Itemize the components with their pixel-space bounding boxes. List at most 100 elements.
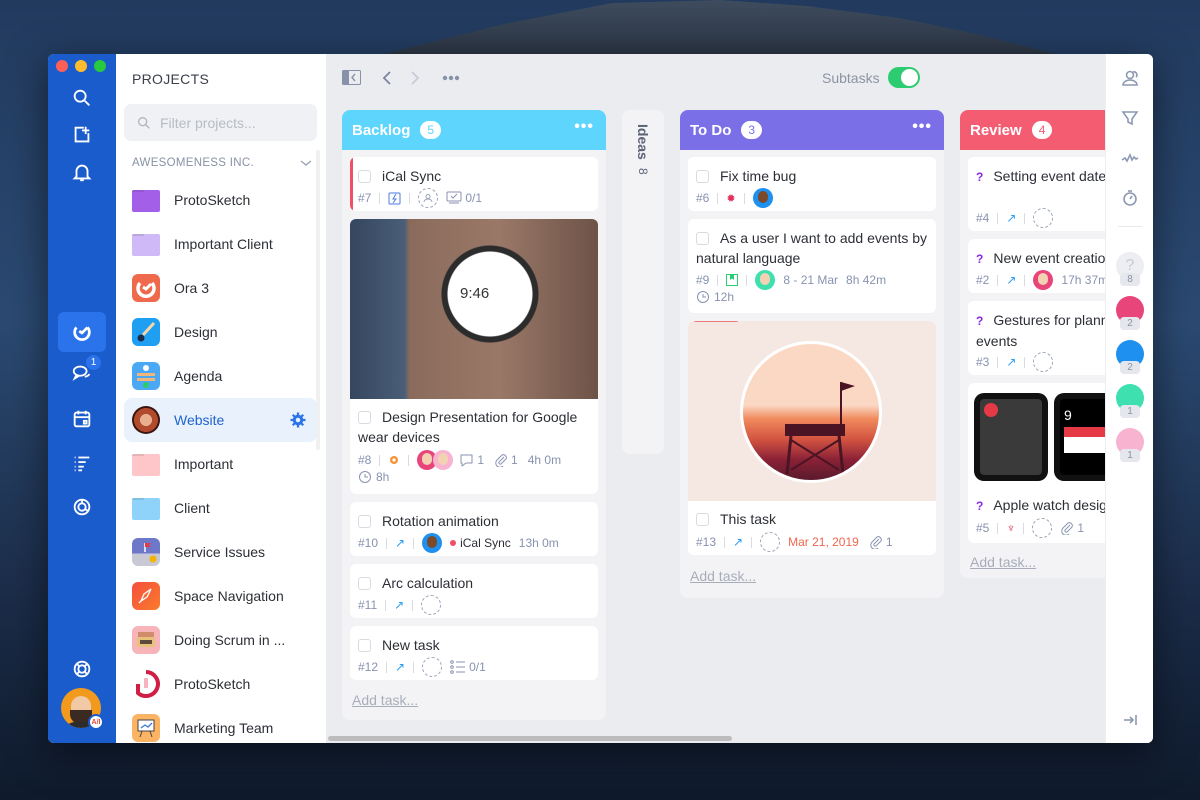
assign-user-icon[interactable] <box>1033 352 1054 372</box>
task-meta: #8 1 1 4h 0m <box>358 450 561 470</box>
column-ideas-collapsed[interactable]: Ideas 8 <box>622 110 664 454</box>
task-id: #6 <box>696 191 710 205</box>
time-tracked: 8h 42m <box>846 273 887 287</box>
task-checkbox[interactable] <box>696 232 709 245</box>
project-item[interactable]: Design <box>124 310 317 354</box>
timer-icon[interactable] <box>1120 188 1140 208</box>
attachment-count: 1 <box>885 535 893 549</box>
task-title: Design Presentation for Google wear devi… <box>358 409 578 445</box>
task-card[interactable]: As a user I want to add events by natura… <box>688 219 936 313</box>
time-tracked: 17h 37m <box>1061 273 1109 287</box>
column-header: Backlog 5 ••• <box>342 110 606 150</box>
task-card[interactable]: iCal Sync #7 0/1 <box>350 157 598 211</box>
task-meta: #4 ↗ <box>976 208 1054 228</box>
help-icon[interactable] <box>58 650 106 688</box>
task-checkbox[interactable] <box>358 515 371 528</box>
members-icon[interactable] <box>1120 68 1140 88</box>
new-task-icon[interactable] <box>58 116 106 154</box>
avatar[interactable] <box>433 450 454 470</box>
add-task-link[interactable]: Add task... <box>690 568 756 584</box>
maximize-button[interactable] <box>94 60 106 72</box>
assign-user-icon[interactable] <box>418 188 439 208</box>
column-menu-button[interactable]: ••• <box>912 119 932 135</box>
chart-icon[interactable] <box>58 488 106 526</box>
project-item[interactable]: Client <box>124 486 317 530</box>
gear-icon[interactable] <box>289 411 307 429</box>
task-meta: #12 ↗ 0/1 <box>358 657 486 677</box>
linked-task[interactable]: iCal Sync <box>460 536 511 550</box>
project-item[interactable]: Space Navigation <box>124 574 317 618</box>
task-estimate: 12h <box>696 290 734 304</box>
search-icon[interactable] <box>58 79 106 117</box>
project-item[interactable]: Ora 3 <box>124 266 317 310</box>
horizontal-scrollbar[interactable] <box>328 736 732 741</box>
flag-moon-icon <box>132 538 160 566</box>
projects-title: PROJECTS <box>132 71 210 87</box>
project-item[interactable]: Marketing Team <box>124 706 317 743</box>
project-item[interactable]: Service Issues <box>124 530 317 574</box>
add-task-link[interactable]: Add task... <box>352 692 418 708</box>
back-arrow-icon[interactable] <box>382 70 392 86</box>
project-item[interactable]: Important <box>124 442 317 486</box>
board-area: Subtasks Backlog 5 ••• iCal Sync #7 0/1 <box>326 54 1153 743</box>
checklist-icon <box>446 191 462 204</box>
task-card[interactable]: This task #13 ↗ Mar 21, 2019 1 <box>688 321 936 555</box>
task-checkbox[interactable] <box>358 577 371 590</box>
task-meta: #3 ↗ <box>976 352 1054 372</box>
activity-icon[interactable] <box>1120 148 1140 168</box>
task-checkbox[interactable] <box>358 639 371 652</box>
task-title: New task <box>358 635 594 655</box>
project-item[interactable]: Important Client <box>124 222 317 266</box>
avatar[interactable] <box>752 188 773 208</box>
forward-arrow-icon[interactable] <box>410 70 420 86</box>
member-count: 2 <box>1120 361 1140 374</box>
calendar-icon[interactable] <box>58 400 106 438</box>
task-card[interactable]: Arc calculation #11 ↗ <box>350 564 598 618</box>
project-label: Client <box>174 500 210 516</box>
assign-user-icon[interactable] <box>1033 208 1054 228</box>
ora-logo-icon[interactable] <box>58 312 106 352</box>
avatar[interactable] <box>755 270 776 290</box>
filter-icon[interactable] <box>1120 108 1140 128</box>
close-button[interactable] <box>56 60 68 72</box>
toggle-sidebar-icon[interactable] <box>342 70 361 85</box>
improvement-icon: ↗ <box>394 598 405 612</box>
minimize-button[interactable] <box>75 60 87 72</box>
task-checkbox[interactable] <box>696 170 709 183</box>
list-icon[interactable] <box>58 444 106 482</box>
task-checkbox[interactable] <box>358 411 371 424</box>
filter-projects-input[interactable] <box>160 114 310 131</box>
chat-icon[interactable]: 1 <box>58 354 106 392</box>
avatar[interactable] <box>422 533 443 553</box>
avatar[interactable] <box>1033 270 1054 290</box>
bell-icon[interactable] <box>58 153 106 191</box>
assign-user-icon[interactable] <box>1032 518 1053 538</box>
project-item[interactable]: ProtoSketch <box>124 662 317 706</box>
project-item[interactable]: ProtoSketch <box>124 178 317 222</box>
task-meta: #7 0/1 <box>358 188 482 208</box>
task-meta: #6 ✹ <box>696 188 773 208</box>
filter-projects[interactable] <box>124 104 317 141</box>
task-card[interactable]: 9:46 Design Presentation for Google wear… <box>350 219 598 494</box>
task-card[interactable]: New task #12 ↗ 0/1 <box>350 626 598 680</box>
assign-user-icon[interactable] <box>422 657 443 677</box>
task-card[interactable]: Rotation animation #10 ↗ iCal Sync 13h 0… <box>350 502 598 556</box>
project-label: Important Client <box>174 236 273 252</box>
add-task-link[interactable]: Add task... <box>970 554 1036 570</box>
task-meta: #5 ♆ 1 <box>976 518 1084 538</box>
assign-user-icon[interactable] <box>760 532 781 552</box>
project-item-active[interactable]: Website <box>124 398 317 442</box>
column-todo: To Do 3 ••• Fix time bug #6 ✹ As a user … <box>680 110 944 598</box>
project-item[interactable]: Doing Scrum in ... <box>124 618 317 662</box>
more-options-icon[interactable] <box>442 75 460 81</box>
chevron-down-icon[interactable] <box>300 157 312 169</box>
task-checkbox[interactable] <box>358 170 371 183</box>
assign-user-icon[interactable] <box>421 595 442 615</box>
subtasks-toggle[interactable] <box>888 67 920 88</box>
project-item[interactable]: Agenda <box>124 354 317 398</box>
task-card[interactable]: Fix time bug #6 ✹ <box>688 157 936 211</box>
collapse-panel-icon[interactable] <box>1120 710 1140 730</box>
task-checkbox[interactable] <box>696 513 709 526</box>
attachment-icon <box>495 454 507 467</box>
column-menu-button[interactable]: ••• <box>574 119 594 135</box>
